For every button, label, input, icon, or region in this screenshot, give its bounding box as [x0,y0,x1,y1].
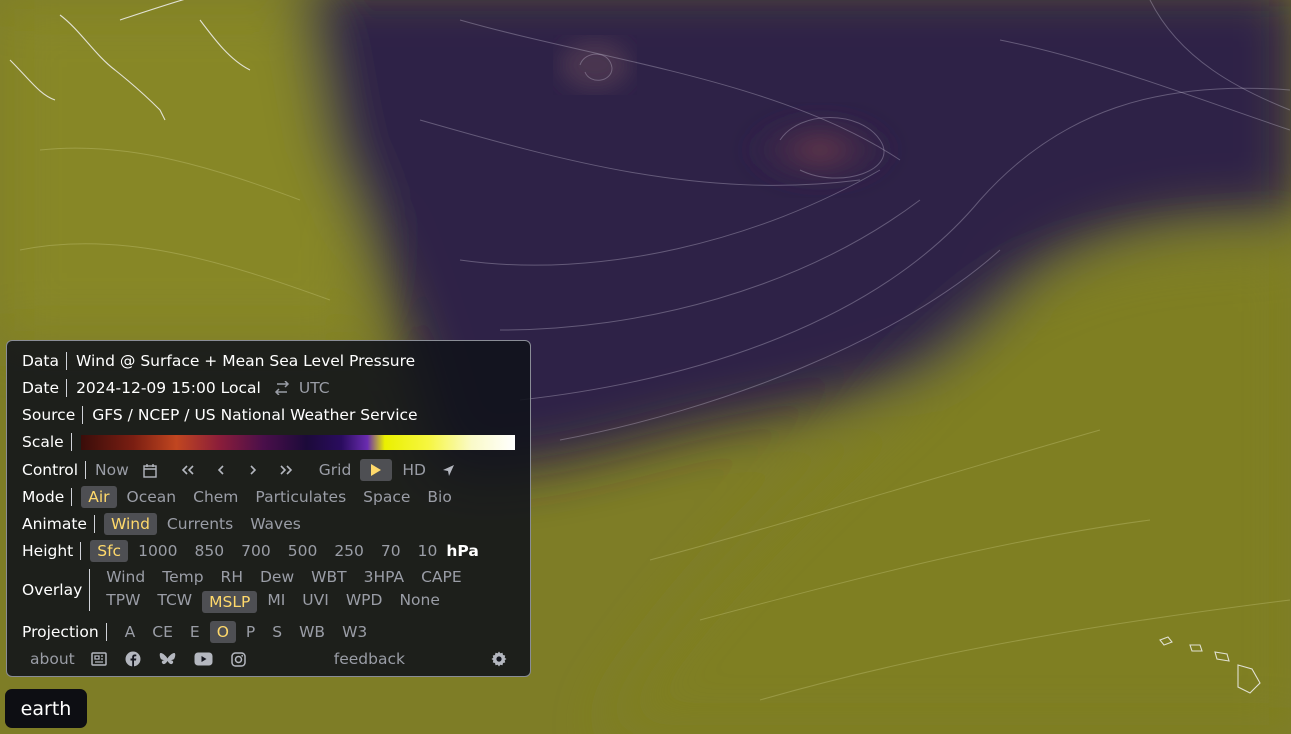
height-850[interactable]: 850 [195,542,225,560]
scale-label: Scale [22,433,72,451]
overlay-row: Overlay Wind Temp RH Dew WBT 3HPA CAPE T… [22,567,520,613]
mode-space[interactable]: Space [363,488,410,506]
overlay-wbt[interactable]: WBT [311,568,346,586]
scale-row: Scale [22,430,520,454]
source-value: GFS / NCEP / US National Weather Service [92,406,418,424]
overlay-mi[interactable]: MI [267,591,285,613]
mode-ocean[interactable]: Ocean [127,488,177,506]
source-label: Source [22,406,84,424]
projection-ce[interactable]: CE [152,623,173,641]
overlay-tcw[interactable]: TCW [157,591,192,613]
projection-a[interactable]: A [125,623,136,641]
animate-currents[interactable]: Currents [167,515,233,533]
height-250[interactable]: 250 [334,542,364,560]
height-10[interactable]: 10 [418,542,438,560]
swap-arrows-icon[interactable] [273,381,291,395]
projection-e[interactable]: E [190,623,200,641]
height-500[interactable]: 500 [288,542,318,560]
footer-row: about feedback [30,647,520,671]
utc-toggle[interactable]: UTC [299,379,330,397]
about-link[interactable]: about [30,650,75,668]
overlay-rh[interactable]: RH [221,568,243,586]
double-right-icon[interactable] [279,465,293,475]
mode-chem[interactable]: Chem [193,488,238,506]
mode-particulates[interactable]: Particulates [255,488,346,506]
overlay-wind[interactable]: Wind [106,568,145,586]
overlay-3hpa[interactable]: 3HPA [364,568,404,586]
projection-row: Projection A CE E O P S WB W3 [22,620,520,644]
projection-label: Projection [22,623,107,641]
projection-p[interactable]: P [246,623,255,641]
height-label: Height [22,542,82,560]
data-value[interactable]: Wind @ Surface + Mean Sea Level Pressure [76,352,415,370]
height-unit: hPa [446,542,479,560]
data-label: Data [22,352,68,370]
right-icon[interactable] [249,465,257,475]
calendar-icon[interactable] [143,463,157,478]
double-left-icon[interactable] [181,465,195,475]
date-row: Date 2024-12-09 15:00 Local UTC [22,376,520,400]
newspaper-icon[interactable] [90,652,107,666]
facebook-icon[interactable] [125,651,141,667]
date-value[interactable]: 2024-12-09 15:00 Local [76,379,261,397]
color-scale-bar[interactable] [80,434,515,450]
projection-w3[interactable]: W3 [342,623,367,641]
overlay-label: Overlay [22,569,91,611]
height-700[interactable]: 700 [241,542,271,560]
mode-row: Mode Air Ocean Chem Particulates Space B… [22,485,520,509]
height-1000[interactable]: 1000 [138,542,177,560]
left-icon[interactable] [217,465,225,475]
overlay-cape[interactable]: CAPE [421,568,462,586]
hd-toggle[interactable]: HD [402,461,426,479]
gear-icon[interactable] [491,651,507,667]
earth-menu-button[interactable]: earth [5,689,87,728]
animate-row: Animate Wind Currents Waves [22,512,520,536]
source-row: Source GFS / NCEP / US National Weather … [22,403,520,427]
instagram-icon[interactable] [230,651,246,667]
feedback-link[interactable]: feedback [334,650,405,668]
overlay-mslp[interactable]: MSLP [202,590,258,613]
date-label: Date [22,379,68,397]
animate-waves[interactable]: Waves [250,515,301,533]
mode-label: Mode [22,488,73,506]
animate-label: Animate [22,515,95,533]
youtube-icon[interactable] [194,652,213,666]
height-sfc[interactable]: Sfc [90,540,129,562]
overlay-tpw[interactable]: TPW [106,591,140,613]
data-row: Data Wind @ Surface + Mean Sea Level Pre… [22,349,520,373]
projection-wb[interactable]: WB [299,623,325,641]
grid-toggle[interactable]: Grid [319,461,352,479]
height-row: Height Sfc 1000 850 700 500 250 70 10 hP… [22,539,520,563]
overlay-dew[interactable]: Dew [260,568,294,586]
overlay-wpd[interactable]: WPD [346,591,383,613]
height-70[interactable]: 70 [381,542,401,560]
menu-panel: Data Wind @ Surface + Mean Sea Level Pre… [6,340,531,677]
overlay-temp[interactable]: Temp [162,568,203,586]
animate-wind[interactable]: Wind [103,513,157,535]
overlay-none[interactable]: None [399,591,439,613]
control-label: Control [22,461,87,479]
mode-bio[interactable]: Bio [427,488,451,506]
projection-s[interactable]: S [272,623,282,641]
mode-air[interactable]: Air [81,486,117,508]
projection-o[interactable]: O [209,621,236,643]
bluesky-icon[interactable] [159,652,176,667]
play-icon[interactable] [360,459,393,481]
overlay-uvi[interactable]: UVI [302,591,329,613]
now-button[interactable]: Now [95,461,129,479]
control-row: Control Now Grid HD [22,458,520,482]
location-arrow-icon[interactable] [442,464,455,477]
